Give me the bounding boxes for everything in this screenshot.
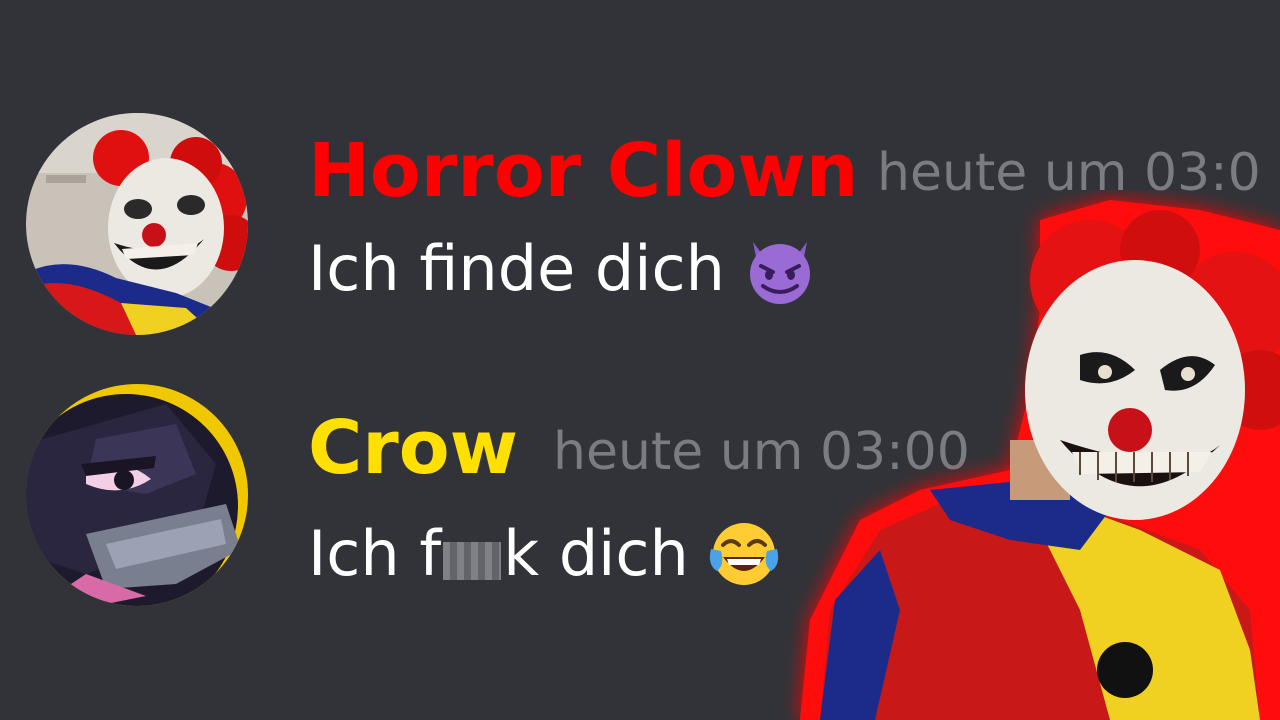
message-text: Ich finde dich bbox=[308, 232, 817, 306]
tears-of-joy-icon bbox=[707, 517, 781, 591]
horror-clown-avatar[interactable] bbox=[26, 113, 248, 335]
message-content-start: Ich f bbox=[308, 517, 442, 590]
username-horror-clown[interactable]: Horror Clown bbox=[308, 134, 858, 208]
horror-clown-image bbox=[780, 190, 1280, 720]
censor-blur bbox=[443, 542, 502, 580]
message-content: Ich finde dich bbox=[308, 232, 725, 305]
username-crow[interactable]: Crow bbox=[308, 411, 518, 485]
message-text: Ich f k dich bbox=[308, 517, 781, 591]
crow-avatar[interactable] bbox=[26, 384, 248, 606]
chat-view: Horror Clown heute um 03:0 Ich finde dic… bbox=[0, 0, 1280, 720]
message-content-end: k dich bbox=[503, 517, 689, 590]
